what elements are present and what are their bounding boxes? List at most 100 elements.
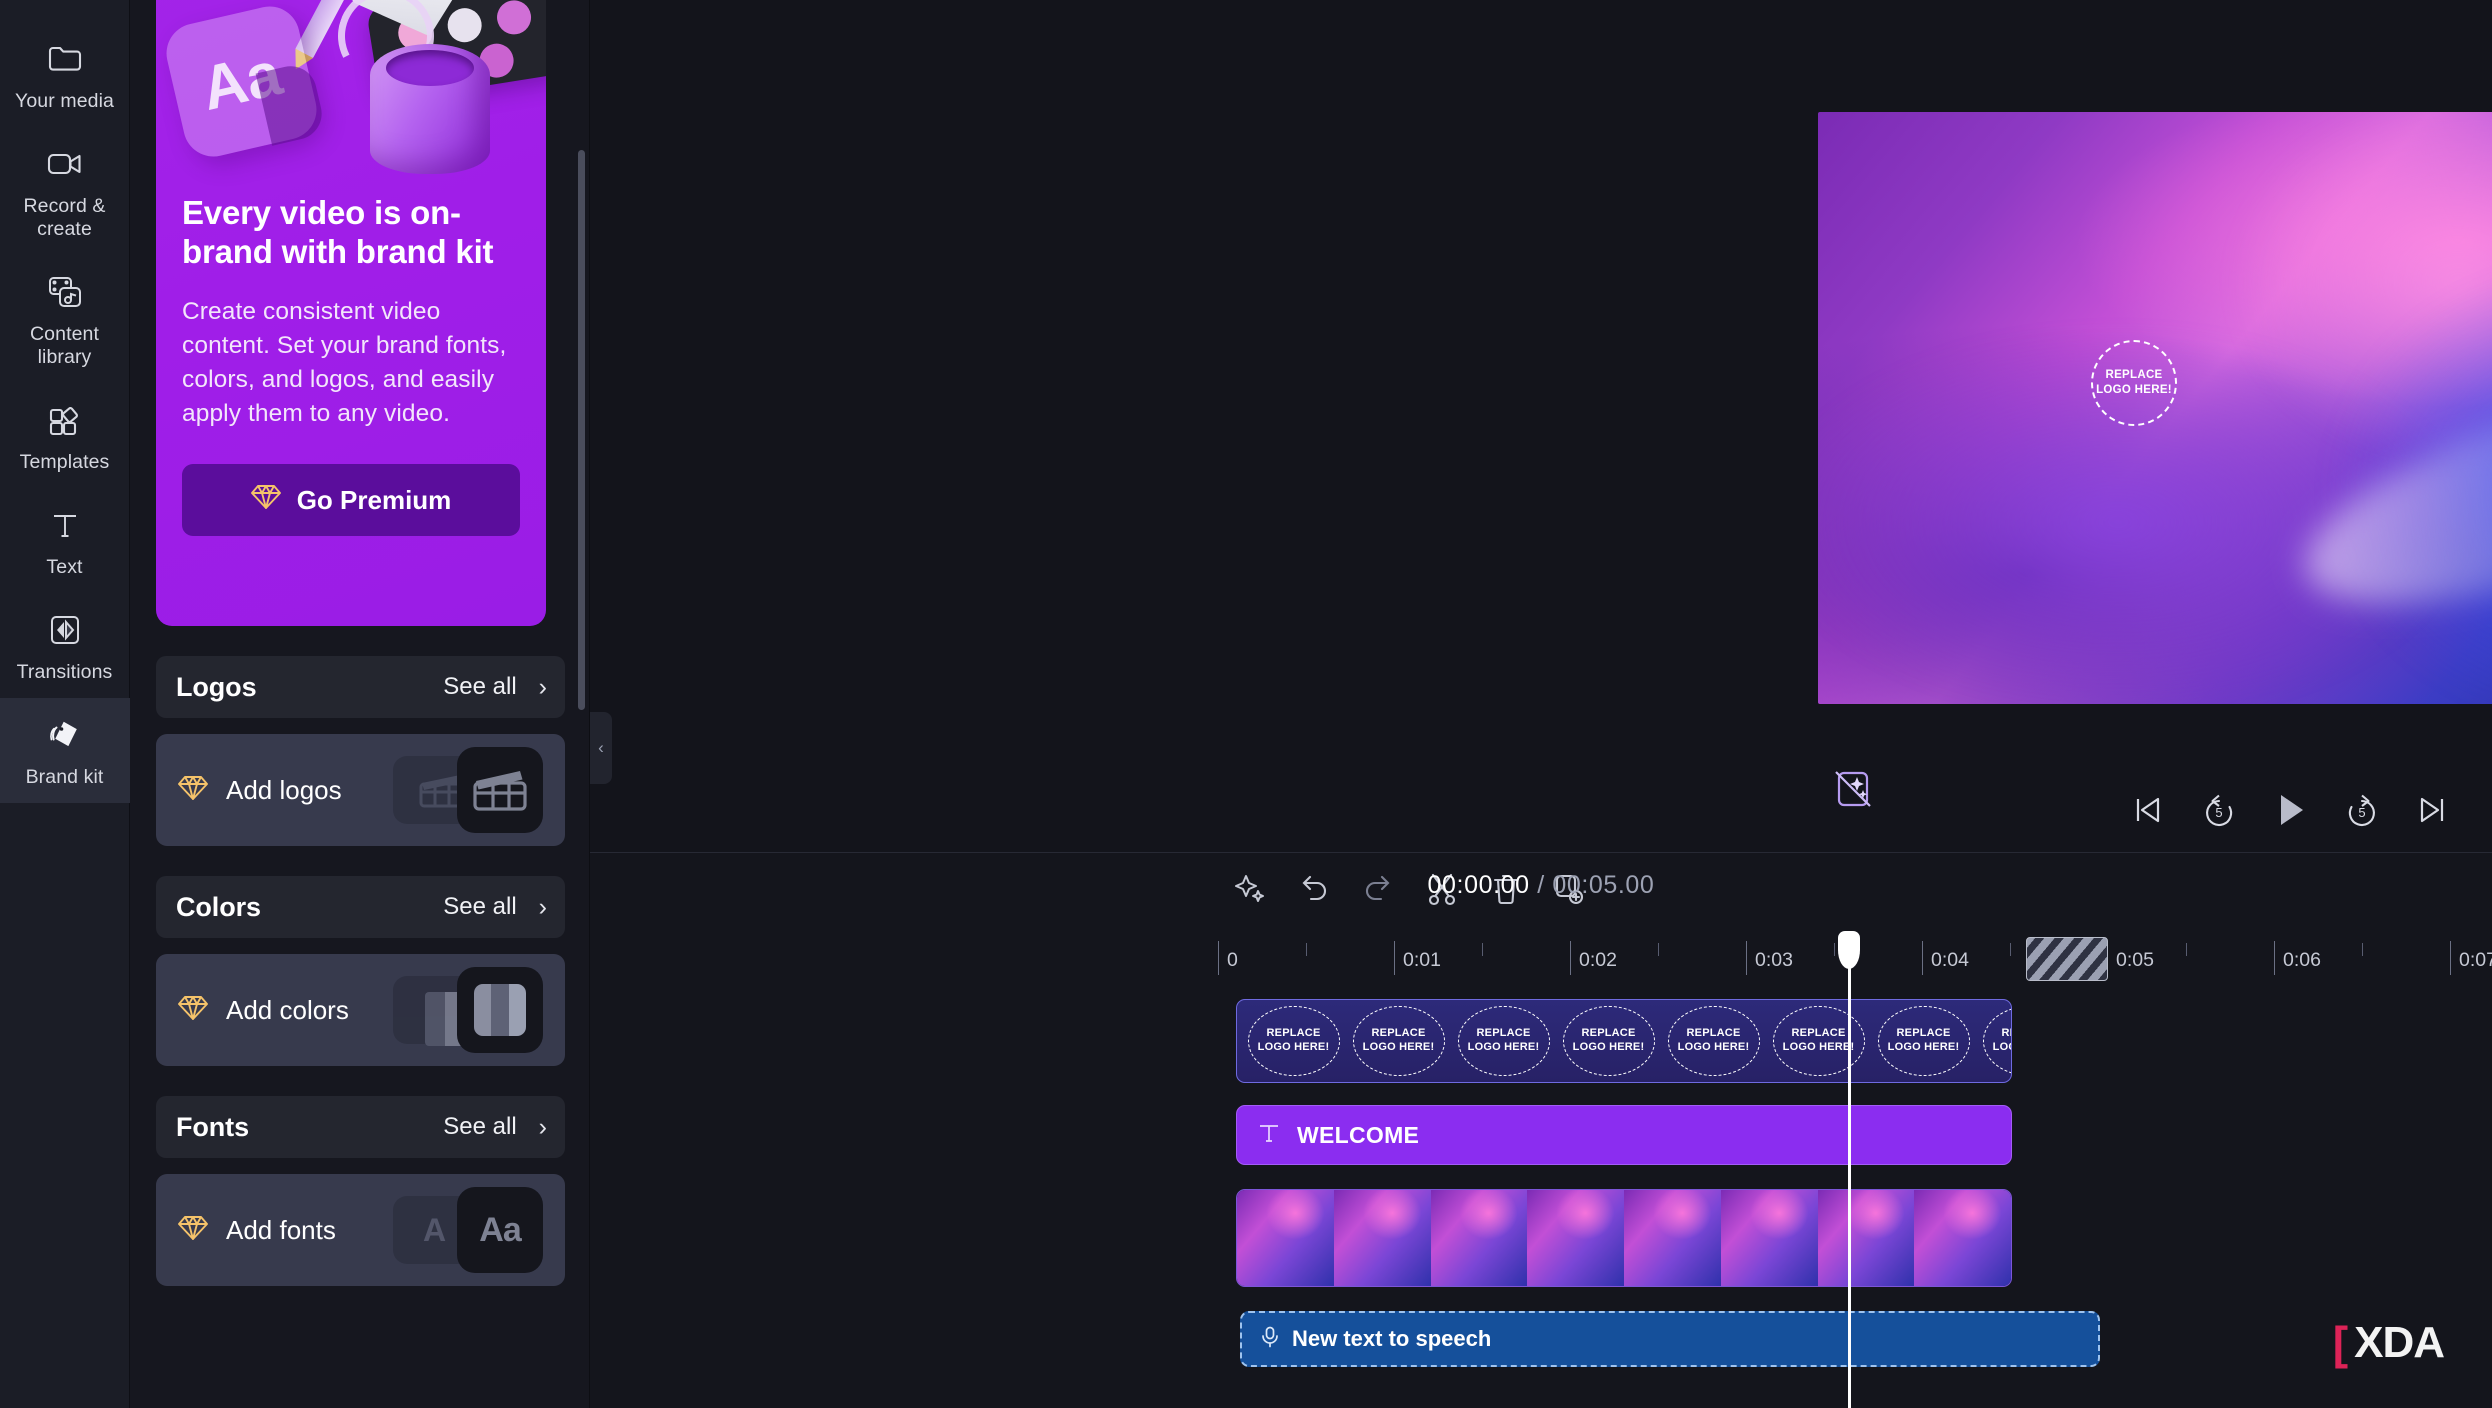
timeline-logo-thumb: REPLACELOGO HERE! xyxy=(1976,1005,2012,1077)
logo-placeholder-line1: REPLACE xyxy=(1582,1027,1636,1041)
logo-placeholder-line1: REPLACE xyxy=(1372,1027,1426,1041)
timeline-logo-thumb: REPLACELOGO HERE! xyxy=(1871,1005,1976,1077)
diamond-icon xyxy=(178,1215,208,1246)
xda-brand-label: XDA xyxy=(2354,1318,2444,1368)
promo-title: Every video is on-brand with brand kit xyxy=(182,194,520,271)
timeline-clip-logos[interactable]: REPLACELOGO HERE!REPLACELOGO HERE!REPLAC… xyxy=(1236,999,2012,1083)
timeline: 00:00.00 / 00:05.00 0 0:01 0:02 0:03 0:0… xyxy=(590,852,2492,1408)
sidebar-item-templates[interactable]: Templates xyxy=(0,383,130,488)
sidebar-item-text[interactable]: Text xyxy=(0,488,130,593)
editor-main: ‹ REPLACE LOGO HERE! xyxy=(590,0,2492,1408)
ruler-label: 0:06 xyxy=(2283,949,2321,972)
panel-scrollbar[interactable] xyxy=(578,150,585,710)
playhead-line xyxy=(1848,961,1851,1408)
timeline-video-frame xyxy=(1624,1190,1721,1286)
xda-bracket-icon: [ xyxy=(2333,1320,2348,1366)
see-all-label: See all xyxy=(443,1113,516,1141)
timeline-clip-audio[interactable]: New text to speech xyxy=(1240,1311,2100,1367)
timecode-separator: / xyxy=(1537,871,1545,899)
see-all-label: See all xyxy=(443,673,516,701)
left-nav-rail: Your media Record & create xyxy=(0,0,130,1408)
timeline-logo-thumb: REPLACELOGO HERE! xyxy=(1556,1005,1661,1077)
sidebar-item-your-media[interactable]: Your media xyxy=(0,22,130,127)
ruler-label: 0:02 xyxy=(1579,949,1617,972)
logo-placeholder-thumb: REPLACELOGO HERE! xyxy=(1353,1006,1445,1076)
timeline-video-frame xyxy=(1527,1190,1624,1286)
logos-section-header: Logos See all › xyxy=(156,656,565,718)
forward-5-button[interactable]: 5 xyxy=(2335,783,2389,837)
chevron-right-icon: › xyxy=(539,895,547,920)
logo-placeholder-line2: LOGO HERE! xyxy=(1993,1041,2012,1055)
templates-icon xyxy=(42,399,88,441)
sidebar-item-label: Content library xyxy=(4,323,126,369)
ruler-label: 0:05 xyxy=(2116,949,2154,972)
logo-placeholder-line2: LOGO HERE! xyxy=(1468,1041,1540,1055)
typography-back-label: A xyxy=(423,1212,445,1249)
logo-overlay-track: REPLACELOGO HERE!REPLACELOGO HERE!REPLAC… xyxy=(1218,999,2492,1091)
timeline-clip-audio-label: New text to speech xyxy=(1292,1326,1491,1352)
panel-scroll-area[interactable]: Aa Every video is on-brand with brand ki… xyxy=(130,0,589,1408)
color-swatch-icon xyxy=(457,967,543,1053)
add-colors-label: Add colors xyxy=(226,995,349,1026)
sidebar-item-brand-kit[interactable]: Brand kit xyxy=(0,698,130,803)
video-preview[interactable]: REPLACE LOGO HERE! xyxy=(1818,112,2492,704)
logos-thumbnail-group xyxy=(393,747,543,833)
typography-front-label: Aa xyxy=(479,1211,520,1250)
playhead-handle[interactable] xyxy=(1838,931,1860,969)
text-icon xyxy=(1257,1121,1281,1150)
timeline-logo-thumb: REPLACELOGO HERE! xyxy=(1766,1005,1871,1077)
sidebar-item-transitions[interactable]: Transitions xyxy=(0,593,130,698)
logo-placeholder-line2: LOGO HERE! xyxy=(1363,1041,1435,1055)
logo-placeholder-line1: REPLACE xyxy=(1792,1027,1846,1041)
add-fonts-card[interactable]: Add fonts A Aa xyxy=(156,1174,565,1286)
sidebar-item-label: Record & create xyxy=(4,195,126,241)
rewind-5-button[interactable]: 5 xyxy=(2192,783,2246,837)
promo-description: Create consistent video content. Set you… xyxy=(182,295,514,430)
timeline-video-frame xyxy=(1818,1190,1915,1286)
fonts-thumbnail-group: A Aa xyxy=(393,1187,543,1273)
typography-icon: Aa xyxy=(457,1187,543,1273)
timeline-video-frame xyxy=(1721,1190,1818,1286)
svg-text:5: 5 xyxy=(2215,805,2222,820)
section-title: Fonts xyxy=(176,1112,249,1143)
xda-watermark: [ XDA xyxy=(2333,1318,2444,1368)
sidebar-item-content-library[interactable]: Content library xyxy=(0,255,130,383)
logo-placeholder-line1: REPLACE xyxy=(2105,368,2162,383)
fonts-see-all-button[interactable]: See all › xyxy=(443,1113,547,1141)
fonts-section-header: Fonts See all › xyxy=(156,1096,565,1158)
timeline-logo-thumb: REPLACELOGO HERE! xyxy=(1346,1005,1451,1077)
transitions-icon xyxy=(42,609,88,651)
timeline-tracks: REPLACELOGO HERE!REPLACELOGO HERE!REPLAC… xyxy=(1218,991,2492,1371)
add-colors-card[interactable]: Add colors xyxy=(156,954,565,1066)
go-premium-button[interactable]: Go Premium xyxy=(182,464,520,536)
add-logos-card[interactable]: Add logos xyxy=(156,734,565,846)
logo-placeholder-thumb: REPLACELOGO HERE! xyxy=(1878,1006,1970,1076)
timeline-end-marker[interactable] xyxy=(2026,937,2108,981)
video-camera-icon xyxy=(42,143,88,185)
logo-placeholder-thumb: REPLACELOGO HERE! xyxy=(1668,1006,1760,1076)
sidebar-item-label: Text xyxy=(46,556,82,579)
timeline-toolbar: 00:00.00 / 00:05.00 xyxy=(590,853,2492,925)
skip-to-end-button[interactable] xyxy=(2406,783,2460,837)
logos-see-all-button[interactable]: See all › xyxy=(443,673,547,701)
logo-placeholder-thumb: REPLACELOGO HERE! xyxy=(1458,1006,1550,1076)
timeline-ruler[interactable]: 0 0:01 0:02 0:03 0:04 0:05 0:06 0:07 0:0… xyxy=(1218,925,2492,991)
play-button[interactable] xyxy=(2263,783,2317,837)
colors-section-header: Colors See all › xyxy=(156,876,565,938)
diamond-icon xyxy=(178,775,208,806)
brand-kit-panel: Aa Every video is on-brand with brand ki… xyxy=(130,0,590,1408)
ai-eraser-icon[interactable] xyxy=(1830,766,1876,817)
see-all-label: See all xyxy=(443,893,516,921)
text-track: WELCOME xyxy=(1218,1105,2492,1175)
sidebar-item-record-create[interactable]: Record & create xyxy=(0,127,130,255)
chevron-right-icon: › xyxy=(539,675,547,700)
logo-placeholder-overlay[interactable]: REPLACE LOGO HERE! xyxy=(2091,340,2177,426)
brand-kit-icon xyxy=(42,714,88,756)
logo-placeholder-line1: REPLACE xyxy=(1477,1027,1531,1041)
skip-to-start-button[interactable] xyxy=(2120,783,2174,837)
timeline-clip-video[interactable] xyxy=(1236,1189,2012,1287)
timeline-clip-text[interactable]: WELCOME xyxy=(1236,1105,2012,1165)
colors-see-all-button[interactable]: See all › xyxy=(443,893,547,921)
ruler-label: 0:07 xyxy=(2459,949,2492,972)
timeline-video-frame xyxy=(1431,1190,1528,1286)
